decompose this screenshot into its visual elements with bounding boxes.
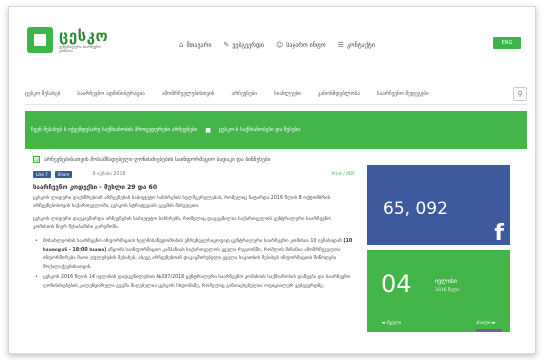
print-link[interactable]: Print / PDF bbox=[332, 172, 356, 177]
section-title: ▤ არჩევნებისათვის მოსამზადებელი ღონისძიე… bbox=[33, 156, 270, 163]
language-button[interactable]: ENG bbox=[493, 37, 521, 49]
site-logo[interactable]: ცესკო ცენტრალური საარჩევნო კომისია bbox=[27, 27, 127, 57]
calendar-day: 04 bbox=[381, 270, 412, 298]
logo-mark-icon bbox=[27, 27, 53, 53]
article-title: საარჩევნო კოდექსი - მუხლი 29 და 60 bbox=[33, 184, 158, 191]
topnav-home[interactable]: ⌂ მთავარი bbox=[179, 41, 211, 49]
facebook-widget[interactable]: 65, 092 f bbox=[367, 165, 510, 245]
article-date: 9 ივნისი 2016 bbox=[92, 172, 126, 177]
browser-frame: ცესკო ცენტრალური საარჩევნო კომისია ⌂ მთა… bbox=[8, 6, 536, 354]
mainnav-item[interactable]: საარჩევნო ადმინისტრაცია bbox=[77, 91, 144, 97]
bullet-icon: ■ bbox=[205, 126, 211, 134]
list-item-text: ცესკოს 2016 წლის 14 ივლისის დადგენილებით… bbox=[43, 275, 351, 289]
facebook-icon: f bbox=[494, 221, 504, 246]
logo-subtitle: ცენტრალური საარჩევნო კომისია bbox=[59, 45, 101, 53]
wrench-icon: ✎ bbox=[223, 41, 230, 49]
section-title-text: არჩევნებისათვის მოსამზადებელი ღონისძიებე… bbox=[44, 156, 271, 163]
article-list: მოსახლეობის საარჩევნო ინფორმაციის ხელმის… bbox=[35, 238, 353, 293]
calendar-next-button[interactable]: ახალი ► bbox=[476, 321, 496, 326]
topnav-label: ვებგვერდი bbox=[232, 41, 264, 49]
search-icon[interactable]: ⚲ bbox=[513, 87, 527, 101]
green-banner: ჩვენ შესახებ ს იქვემდებარე საქმიანობის პ… bbox=[25, 111, 527, 149]
list-icon: ☰ bbox=[337, 41, 344, 49]
mainnav-item[interactable]: ცესკო შესახებ bbox=[25, 91, 60, 97]
topnav-public-info[interactable]: ☺ საჯარო ინფო bbox=[276, 41, 326, 49]
article-paragraph: ცესკოს ლიდერი დაესწრებიან არჩევნების საბ… bbox=[33, 196, 331, 209]
active-indicator bbox=[476, 329, 502, 332]
logo-name: ცესკო bbox=[59, 27, 109, 45]
banner-link[interactable]: ჩვენ შესახებ ს იქვემდებარე საქმიანობის პ… bbox=[31, 127, 197, 133]
main-navigation: ცესკო შესახებ საარჩევნო ადმინისტრაცია ამ… bbox=[25, 83, 527, 105]
facebook-follower-count: 65, 092 bbox=[383, 199, 448, 219]
topnav-label: კონტაქტი bbox=[346, 41, 375, 49]
topnav-label: საჯარო ინფო bbox=[286, 41, 326, 49]
list-item: მოსახლეობის საარჩევნო ინფორმაციის ხელმის… bbox=[35, 238, 353, 272]
document-icon: ▤ bbox=[33, 156, 40, 163]
mainnav-item[interactable]: ამომრჩევლებისთვის bbox=[162, 91, 215, 97]
top-navigation: ⌂ მთავარი ✎ ვებგვერდი ☺ საჯარო ინფო ☰ კო… bbox=[179, 41, 375, 49]
topnav-website[interactable]: ✎ ვებგვერდი bbox=[223, 41, 264, 49]
home-icon: ⌂ bbox=[179, 41, 184, 49]
mainnav-item[interactable]: არჩევნები bbox=[231, 91, 256, 97]
facebook-like-button[interactable]: Like 7 bbox=[33, 171, 51, 178]
topnav-contact[interactable]: ☰ კონტაქტი bbox=[338, 41, 375, 49]
calendar-month: ივლისი bbox=[435, 278, 457, 285]
calendar-prev-button[interactable]: ◄ ძველი bbox=[381, 321, 401, 326]
share-row: Like 7 Share 9 ივნისი 2016 Print / PDF bbox=[33, 171, 355, 178]
calendar-year: 2016 წელი bbox=[435, 288, 460, 293]
list-item: ცესკოს 2016 წლის 14 ივლისის დადგენილებით… bbox=[35, 274, 353, 291]
article-paragraph: ცესკოს ლიდერი დაუკავშირდა არჩევნების საბ… bbox=[33, 217, 331, 230]
mainnav-item[interactable]: კანონმდებლობა bbox=[318, 91, 360, 97]
mainnav-item[interactable]: სიახლეები bbox=[274, 91, 301, 97]
people-icon: ☺ bbox=[275, 41, 284, 49]
mainnav-item[interactable]: საარჩევნო შედეგები bbox=[377, 91, 429, 97]
calendar-widget: 04 ივლისი 2016 წელი ◄ ძველი ახალი ► bbox=[367, 250, 510, 332]
site-header: ცესკო ცენტრალური საარჩევნო კომისია ⌂ მთა… bbox=[9, 7, 535, 69]
facebook-share-button[interactable]: Share bbox=[54, 171, 73, 178]
list-item-text: მოსახლეობის საარჩევნო ინფორმაციის ხელმის… bbox=[43, 239, 344, 244]
topnav-label: მთავარი bbox=[186, 41, 212, 49]
banner-link[interactable]: ცესკო-ს საქმიანობები და წესები bbox=[219, 127, 300, 133]
